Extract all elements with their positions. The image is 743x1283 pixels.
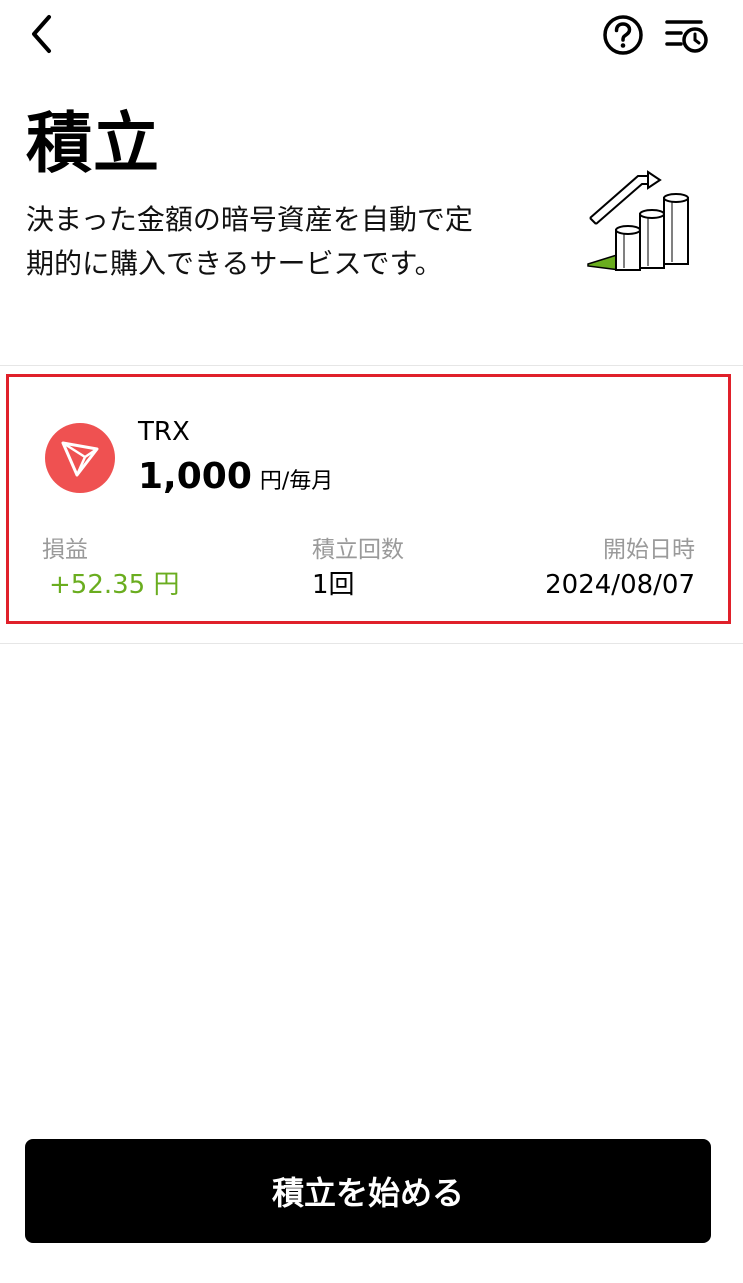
chevron-left-icon: [32, 15, 51, 53]
growth-chart-illustration: [580, 166, 698, 278]
help-button[interactable]: [600, 12, 646, 58]
profit-label: 損益: [42, 537, 88, 563]
bottom-divider: [0, 643, 743, 644]
plan-amount: 1,000 円/毎月: [138, 455, 333, 499]
start-plan-button[interactable]: 積立を始める: [25, 1139, 711, 1243]
list-clock-icon: [665, 20, 708, 53]
count-value: 1回: [312, 570, 355, 600]
amount-value: 1,000: [138, 456, 252, 497]
start-date-value: 2024/08/07: [545, 570, 695, 600]
top-divider: [0, 365, 743, 366]
amount-unit: 円/毎月: [259, 469, 334, 494]
page-description: 決まった金額の暗号資産を自動で定 期的に購入できるサービスです。: [26, 198, 546, 286]
count-label: 積立回数: [312, 537, 404, 563]
question-circle-icon: [603, 15, 643, 55]
page-title: 積立: [26, 105, 160, 182]
profit-value: +52.35 円: [49, 570, 180, 600]
tron-logo-icon: [45, 423, 115, 493]
coin-name: TRX: [138, 417, 190, 447]
plan-card[interactable]: TRX 1,000 円/毎月 損益 +52.35 円 積立回数 1回 開始日時 …: [6, 374, 731, 624]
history-button[interactable]: [662, 12, 712, 58]
description-line-2: 期的に購入できるサービスです。: [26, 247, 443, 280]
description-line-1: 決まった金額の暗号資産を自動で定: [26, 203, 473, 236]
back-button[interactable]: [20, 10, 64, 58]
start-date-label: 開始日時: [603, 537, 695, 563]
